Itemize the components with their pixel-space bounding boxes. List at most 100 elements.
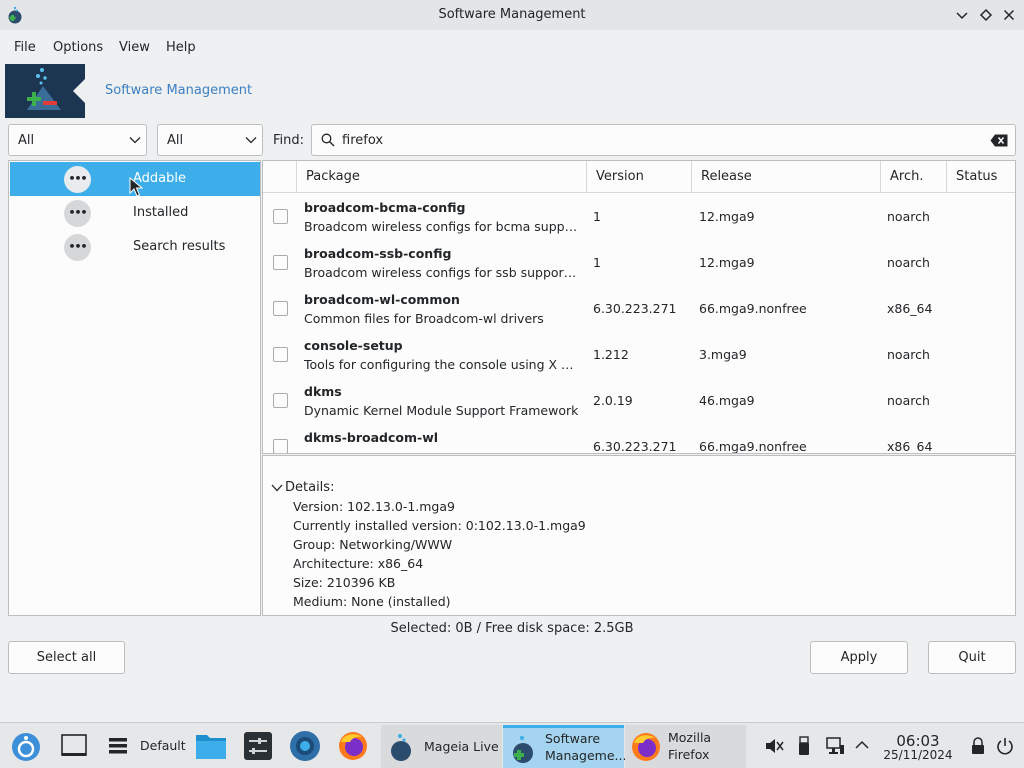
- chevron-down-icon: [271, 484, 283, 492]
- search-input[interactable]: firefox: [311, 124, 1016, 156]
- category-list: ••• Addable ••• Installed ••• Search res…: [8, 160, 261, 616]
- category-item-installed[interactable]: ••• Installed: [10, 196, 260, 230]
- package-description: Dynamic Kernel Module Support Framework: [304, 403, 579, 418]
- column-header-version[interactable]: Version: [586, 161, 691, 193]
- search-value: firefox: [342, 133, 384, 148]
- package-checkbox[interactable]: [273, 347, 288, 362]
- lock-icon[interactable]: [970, 737, 986, 755]
- rpmdrake-icon: [513, 736, 533, 763]
- package-name: broadcom-wl-common: [304, 292, 460, 307]
- package-version: 6.30.223.271: [593, 439, 677, 454]
- package-name: dkms: [304, 384, 342, 399]
- column-header-arch[interactable]: Arch.: [880, 161, 946, 193]
- clear-text-icon[interactable]: [990, 134, 1008, 147]
- table-row[interactable]: dkms Dynamic Kernel Module Support Frame…: [263, 377, 1015, 423]
- removable-device-icon[interactable]: [797, 736, 811, 756]
- table-row[interactable]: dkms-broadcom-wl 6.30.223.271 66.mga9.no…: [263, 423, 1015, 454]
- apply-button[interactable]: Apply: [810, 641, 908, 674]
- diamond-icon: [979, 8, 993, 22]
- table-row[interactable]: console-setup Tools for configuring the …: [263, 331, 1015, 377]
- column-header-release[interactable]: Release: [691, 161, 880, 193]
- column-header-package[interactable]: Package: [296, 161, 586, 193]
- package-release: 66.mga9.nonfree: [699, 439, 807, 454]
- type-filter-combo[interactable]: All: [157, 124, 263, 156]
- show-desktop-icon[interactable]: [60, 732, 88, 760]
- package-checkbox[interactable]: [273, 393, 288, 408]
- package-description: Tools for configuring the console using …: [304, 357, 580, 372]
- application-launcher-icon[interactable]: [10, 731, 42, 763]
- menu-file[interactable]: File: [14, 40, 36, 55]
- package-arch: noarch: [887, 209, 930, 224]
- table-row[interactable]: broadcom-bcma-config Broadcom wireless c…: [263, 193, 1015, 239]
- type-filter-value: All: [167, 133, 184, 148]
- status-text: Selected: 0B / Free disk space: 2.5GB: [390, 621, 634, 636]
- close-icon: [1003, 9, 1015, 21]
- package-table: Package Version Release Arch. Status bro…: [262, 160, 1016, 454]
- activities-icon[interactable]: [106, 734, 130, 758]
- power-icon[interactable]: [995, 736, 1015, 756]
- package-arch: noarch: [887, 393, 930, 408]
- task-mozilla-firefox[interactable]: Mozilla Firefox: [625, 725, 746, 768]
- package-version: 6.30.223.271: [593, 301, 677, 316]
- package-description: Broadcom wireless configs for bcma suppo…: [304, 219, 580, 234]
- details-line: Group: Networking/WWW: [293, 537, 453, 552]
- package-arch: noarch: [887, 255, 930, 270]
- discover-icon[interactable]: [289, 730, 321, 762]
- banner-title: Software Management: [105, 83, 253, 98]
- minimize-button[interactable]: [953, 6, 971, 24]
- title-bar[interactable]: Software Management: [0, 0, 1024, 30]
- search-icon: [321, 133, 335, 147]
- chevron-down-icon: [245, 137, 257, 144]
- package-version: 1: [593, 209, 601, 224]
- package-version: 1.212: [593, 347, 629, 362]
- package-arch: noarch: [887, 347, 930, 362]
- package-name: broadcom-ssb-config: [304, 246, 452, 261]
- package-release: 3.mga9: [699, 347, 747, 362]
- package-checkbox[interactable]: [273, 255, 288, 270]
- firefox-icon[interactable]: [337, 730, 369, 762]
- quit-button[interactable]: Quit: [928, 641, 1016, 674]
- activity-label[interactable]: Default: [140, 737, 186, 754]
- clock-date[interactable]: 25/11/2024: [880, 748, 956, 762]
- task-label: Mozilla Firefox: [668, 730, 712, 762]
- menu-options[interactable]: Options: [53, 40, 103, 55]
- system-settings-icon[interactable]: [243, 731, 273, 761]
- task-label: Mageia Live: [424, 739, 499, 754]
- package-release: 46.mga9: [699, 393, 755, 408]
- chevron-down-icon: [956, 12, 968, 20]
- package-checkbox[interactable]: [273, 301, 288, 316]
- task-software-management[interactable]: Software Manageme...: [503, 725, 627, 768]
- group-filter-value: All: [18, 133, 35, 148]
- table-row[interactable]: broadcom-ssb-config Broadcom wireless co…: [263, 239, 1015, 285]
- package-name: dkms-broadcom-wl: [304, 430, 439, 445]
- folder-icon[interactable]: [195, 731, 227, 761]
- volume-muted-icon[interactable]: [764, 737, 784, 755]
- find-label: Find:: [273, 133, 305, 148]
- network-icon[interactable]: [825, 736, 845, 756]
- menu-help[interactable]: Help: [166, 40, 196, 55]
- category-item-search-results[interactable]: ••• Search results: [10, 230, 260, 264]
- package-version: 1: [593, 255, 601, 270]
- group-filter-combo[interactable]: All: [8, 124, 147, 156]
- window-title: Software Management: [438, 7, 586, 22]
- package-checkbox[interactable]: [273, 439, 288, 453]
- package-version: 2.0.19: [593, 393, 633, 408]
- details-panel: Details: Version: 102.13.0-1.mga9 Curren…: [262, 455, 1016, 616]
- menu-view[interactable]: View: [119, 40, 150, 55]
- more-icon: •••: [64, 200, 91, 227]
- maximize-button[interactable]: [977, 6, 995, 24]
- firefox-icon: [632, 733, 660, 761]
- table-row[interactable]: broadcom-wl-common Common files for Broa…: [263, 285, 1015, 331]
- column-header-status[interactable]: Status: [946, 161, 1015, 193]
- task-mageia-live[interactable]: Mageia Live: [381, 725, 502, 768]
- package-checkbox[interactable]: [273, 209, 288, 224]
- more-icon: •••: [64, 166, 91, 193]
- close-button[interactable]: [1000, 6, 1018, 24]
- package-arch: x86_64: [887, 301, 933, 316]
- task-label: Software Manageme...: [545, 731, 627, 763]
- taskbar: Default Mageia Live Software Manageme...: [0, 722, 1024, 768]
- select-all-button[interactable]: Select all: [8, 641, 125, 674]
- package-description: Common files for Broadcom-wl drivers: [304, 311, 544, 326]
- chevron-up-icon[interactable]: [854, 738, 870, 752]
- details-header: Details:: [285, 480, 335, 495]
